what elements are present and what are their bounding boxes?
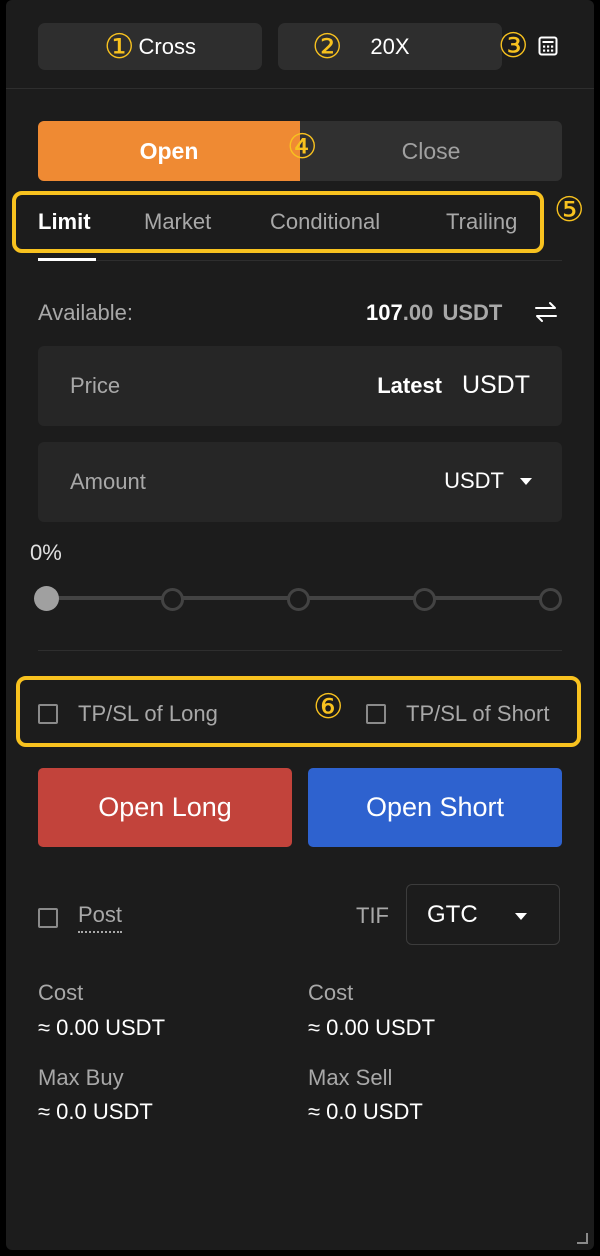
post-only-checkbox[interactable] [38,907,58,928]
tpsl-long-label: TP/SL of Long [78,701,218,726]
tab-conditional[interactable]: Conditional [270,209,380,235]
tpsl-long-checkbox[interactable] [38,704,58,724]
calculator-icon[interactable] [538,36,558,56]
chevron-down-icon [515,913,527,920]
cost-buy-value: ≈ 0.00 USDT [38,1015,166,1040]
slider-divider [38,650,562,651]
close-toggle[interactable]: Close [300,121,562,181]
available-amount-integer: 107 [366,300,403,325]
max-sell-label: Max Sell [308,1065,393,1090]
header-divider [6,88,594,89]
slider-step-50[interactable] [287,588,310,611]
amount-field[interactable]: Amount USDT [38,442,562,522]
annotation-marker-1: ① [104,26,135,67]
cost-buy-label: Cost [38,980,84,1005]
tpsl-long-option[interactable]: TP/SL of Long [38,701,218,727]
available-amount-decimal: .00 [402,300,434,325]
leverage-button[interactable]: ② 20X [278,23,502,70]
tab-limit[interactable]: Limit [38,209,91,235]
available-currency: USDT [442,300,503,325]
open-toggle-label: Open [139,137,199,164]
annotation-marker-4: ④ [287,127,318,167]
open-short-button[interactable]: Open Short [308,768,562,847]
amount-unit-dropdown[interactable]: USDT [444,468,532,494]
trade-panel: ① Cross ② 20X ③ Open Close ④ Limit Marke… [6,0,594,1250]
close-toggle-label: Close [401,137,461,164]
margin-mode-button[interactable]: ① Cross [38,23,262,70]
price-latest-button[interactable]: Latest [377,373,442,399]
tab-market[interactable]: Market [144,209,211,235]
slider-step-25[interactable] [161,588,184,611]
slider-handle[interactable] [34,586,59,611]
tab-divider [38,260,562,261]
amount-unit-label: USDT [444,468,504,493]
tif-selected: GTC [427,901,478,928]
post-only-label: Post [78,902,123,933]
available-balance: 107.00 USDT [366,300,502,326]
annotation-marker-2: ② [312,27,343,67]
tab-trailing[interactable]: Trailing [446,209,517,235]
open-long-label: Open Long [98,792,232,822]
price-unit: USDT [461,371,530,399]
open-toggle[interactable]: Open [38,121,300,181]
chevron-down-icon [520,477,532,485]
tif-label: TIF [356,903,389,928]
slider-step-100[interactable] [539,588,562,611]
slider-step-75[interactable] [413,588,436,611]
max-buy-label: Max Buy [38,1065,124,1090]
tpsl-short-label: TP/SL of Short [406,701,550,726]
swap-arrows-icon[interactable] [534,301,558,323]
margin-mode-label: Cross [138,33,196,59]
leverage-label: 20X [370,33,410,59]
slider-percent-label: 0% [30,540,62,565]
annotation-marker-5: ⑤ [554,190,585,230]
amount-label: Amount [70,469,146,494]
open-long-button[interactable]: Open Long [38,768,292,847]
open-short-label: Open Short [365,792,505,822]
cost-sell-label: Cost [308,980,354,1005]
cost-sell-value: ≈ 0.00 USDT [308,1015,436,1040]
tpsl-short-option[interactable]: TP/SL of Short [366,701,549,727]
available-label: Available: [38,300,133,325]
max-sell-value: ≈ 0.0 USDT [308,1099,423,1124]
annotation-marker-6: ⑥ [313,687,344,727]
price-field[interactable]: Price Latest USDT [38,346,562,426]
tpsl-short-checkbox[interactable] [366,704,386,724]
active-tab-underline [38,258,96,261]
price-label: Price [70,373,121,398]
annotation-marker-3: ③ [498,26,529,66]
post-only-option[interactable]: Post [38,902,123,933]
resize-handle-icon[interactable] [576,1231,588,1244]
max-buy-value: ≈ 0.0 USDT [38,1099,153,1124]
tif-dropdown[interactable]: GTC [406,884,560,945]
